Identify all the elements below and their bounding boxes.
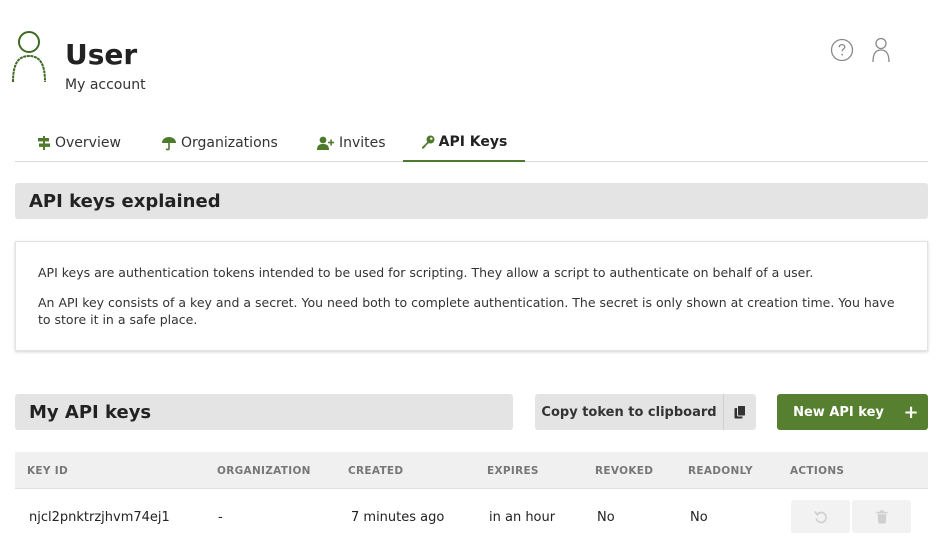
revoke-icon (813, 510, 827, 523)
cell-readonly: No (690, 509, 708, 525)
explain-card: API keys are authentication tokens inten… (15, 241, 928, 351)
cell-created: 7 minutes ago (351, 509, 445, 525)
column-header-organization[interactable]: ORGANIZATION (217, 452, 311, 489)
cell-organization: - (218, 509, 223, 525)
tab-api-keys[interactable]: API Keys (403, 124, 525, 162)
api-keys-table-header: KEY ID ORGANIZATION CREATED EXPIRES REVO… (15, 452, 928, 489)
column-header-revoked[interactable]: REVOKED (595, 452, 653, 489)
new-api-key-button[interactable]: New API key + (777, 394, 928, 430)
revoke-button[interactable] (791, 500, 850, 533)
column-header-created[interactable]: CREATED (348, 452, 403, 489)
user-plus-icon (317, 136, 335, 150)
clipboard-icon (723, 394, 756, 430)
page-header: User My account (0, 0, 941, 110)
user-outline-icon (12, 31, 46, 83)
column-header-actions: ACTIONS (790, 464, 845, 477)
question-circle-icon[interactable] (830, 38, 854, 62)
tab-organizations-label: Organizations (181, 135, 278, 151)
tab-overview[interactable]: Overview (37, 124, 121, 162)
plus-icon: + (903, 401, 919, 423)
tab-invites[interactable]: Invites (317, 124, 386, 162)
umbrella-icon (162, 136, 176, 150)
trash-icon (876, 509, 887, 523)
tab-api-keys-label: API Keys (438, 134, 508, 150)
cell-key-id: njcl2pnktrzjhvm74ej1 (29, 509, 170, 525)
copy-token-button[interactable]: Copy token to clipboard (535, 394, 756, 430)
key-icon (421, 135, 435, 149)
tab-overview-label: Overview (55, 135, 121, 151)
new-api-key-label: New API key (793, 404, 884, 420)
user-menu-icon[interactable] (870, 37, 892, 63)
tab-invites-label: Invites (339, 135, 386, 151)
account-tabs: Overview Organizations Invites API Keys (15, 124, 928, 162)
column-header-readonly[interactable]: READONLY (688, 452, 753, 489)
my-keys-section-heading: My API keys (15, 394, 513, 430)
explain-section-heading: API keys explained (15, 183, 928, 219)
explain-paragraph-1: API keys are authentication tokens inten… (38, 265, 814, 280)
column-header-expires[interactable]: EXPIRES (487, 452, 539, 489)
delete-button[interactable] (852, 500, 911, 533)
page-title: User (65, 38, 138, 71)
copy-token-label: Copy token to clipboard (541, 404, 717, 420)
explain-paragraph-2: An API key consists of a key and a secre… (38, 295, 895, 327)
cell-revoked: No (597, 509, 615, 525)
cell-expires: in an hour (489, 509, 556, 525)
table-row: njcl2pnktrzjhvm74ej1 - 7 minutes ago in … (15, 489, 928, 545)
page-subtitle: My account (65, 77, 146, 93)
tab-organizations[interactable]: Organizations (161, 124, 278, 162)
signpost-icon (38, 136, 50, 150)
column-header-key-id[interactable]: KEY ID (27, 452, 68, 489)
